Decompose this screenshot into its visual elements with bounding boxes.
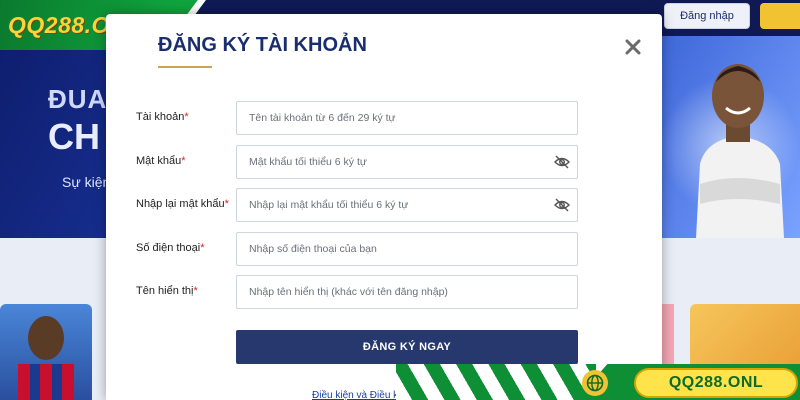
brand-pill-label: QQ288.ONL (668, 374, 764, 391)
form-row-password: Mật khẩu* (136, 145, 580, 179)
register-button[interactable] (760, 3, 800, 29)
confirm-password-label: Nhập lại mật khẩu* (136, 198, 229, 210)
phone-input[interactable] (236, 232, 578, 266)
hero-decor-text-2: CH (48, 116, 100, 157)
close-icon[interactable] (625, 39, 641, 55)
password-input[interactable] (236, 145, 578, 179)
display-name-label: Tên hiển thị* (136, 285, 198, 297)
register-modal: ĐĂNG KÝ TÀI KHOẢN Tài khoản* Mật khẩu* N… (106, 14, 662, 400)
display-name-input[interactable] (236, 275, 578, 309)
username-input[interactable] (236, 101, 578, 135)
player-image (696, 64, 784, 238)
register-now-button[interactable]: ĐĂNG KÝ NGAY (236, 330, 578, 364)
eye-off-icon[interactable] (554, 155, 570, 169)
modal-title: ĐĂNG KÝ TÀI KHOẢN (158, 34, 367, 56)
eye-off-icon[interactable] (554, 198, 570, 212)
password-label: Mật khẩu* (136, 155, 186, 167)
globe-icon[interactable] (582, 370, 608, 396)
username-label: Tài khoản* (136, 111, 189, 123)
form-row-phone: Số điện thoại* (136, 232, 580, 266)
form-row-display-name: Tên hiển thị* (136, 275, 580, 309)
banner-stripes (396, 364, 596, 400)
close-button[interactable] (622, 36, 644, 58)
confirm-password-input[interactable] (236, 188, 578, 222)
phone-label: Số điện thoại* (136, 242, 205, 254)
title-underline (158, 66, 212, 68)
hero-subtitle: Sự kiện (62, 174, 111, 190)
player-card-left (0, 304, 92, 400)
login-button[interactable]: Đăng nhập (664, 3, 750, 29)
hero-decor-text: ĐUA (48, 84, 108, 114)
brand-pill[interactable]: QQ288.ONL (634, 368, 798, 398)
form-row-confirm-password: Nhập lại mật khẩu* (136, 188, 580, 222)
form-row-username: Tài khoản* (136, 101, 580, 135)
